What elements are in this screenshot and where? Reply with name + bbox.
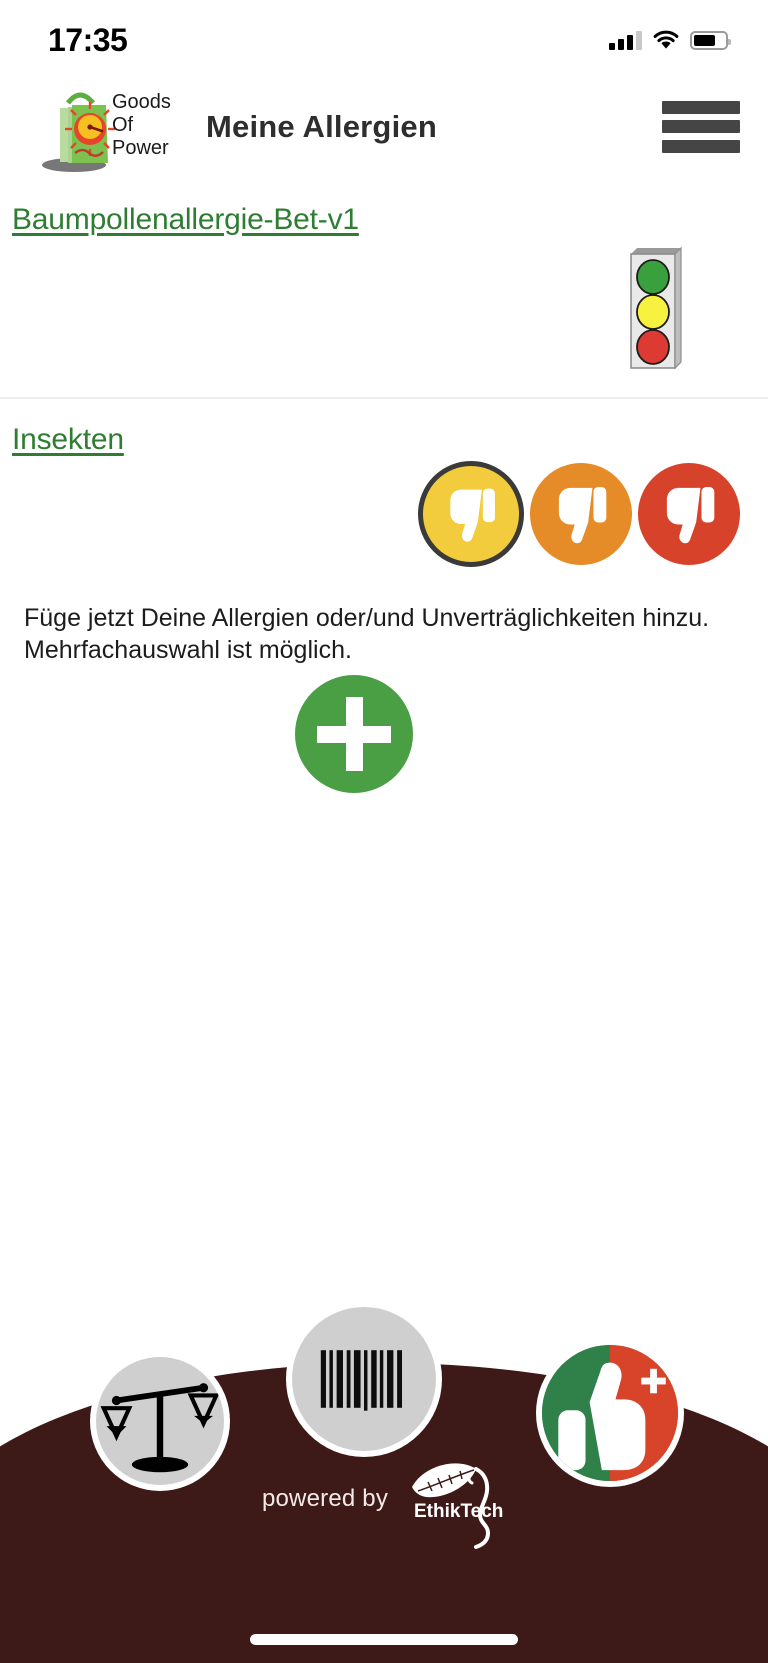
allergy-name-link[interactable]: Baumpollenallergie-Bet-v1 — [0, 179, 359, 237]
barcode-icon — [320, 1350, 403, 1411]
thumbs-down-icon — [559, 487, 607, 544]
allergy-row: Baumpollenallergie-Bet-v1 — [0, 179, 768, 399]
severity-option-severe[interactable] — [638, 463, 740, 565]
nav-button-scan[interactable] — [292, 1307, 436, 1451]
status-indicators — [609, 30, 731, 50]
allergy-name-link[interactable]: Insekten — [0, 399, 124, 457]
status-bar: 17:35 — [0, 0, 768, 74]
svg-text:Of: Of — [112, 114, 134, 136]
app-header: Goods Of Power Meine Allergien — [0, 74, 768, 179]
instructions-line-1: Füge jetzt Deine Allergien oder/und Unve… — [24, 604, 710, 632]
allergy-row: Insekten — [0, 399, 768, 617]
severity-option-medium[interactable] — [530, 463, 632, 565]
thumbs-down-icon — [667, 487, 715, 544]
thumbs-down-icon — [450, 488, 496, 542]
bottom-navigation: powered by EthikTech — [0, 1307, 768, 1663]
traffic-light-icon[interactable] — [625, 244, 683, 372]
powered-by: powered by EthikTech — [0, 1447, 768, 1551]
powered-by-label: powered by — [261, 1485, 389, 1512]
add-allergy-button[interactable] — [295, 675, 413, 793]
wifi-icon — [653, 30, 679, 50]
severity-option-mild[interactable] — [418, 461, 524, 567]
page-title: Meine Allergien — [206, 108, 437, 144]
allergy-row-controls — [0, 237, 768, 397]
svg-text:Power: Power — [112, 137, 169, 159]
ethiktech-leaf-head-icon: EthikTech — [402, 1447, 506, 1551]
allergy-list: Baumpollenallergie-Bet-v1 Insekten — [0, 179, 768, 617]
ethiktech-wordmark: EthikTech — [414, 1501, 503, 1522]
instructions-line-2: Mehrfachauswahl ist möglich. — [24, 636, 352, 664]
hamburger-menu-icon[interactable] — [662, 98, 740, 156]
app-screen: 17:35 Goods Of Power Meine Allergien Bau… — [0, 0, 768, 1663]
status-time: 17:35 — [48, 21, 128, 58]
severity-rating-group — [418, 461, 740, 567]
instructions-text: Füge jetzt Deine Allergien oder/und Unve… — [24, 602, 740, 666]
allergy-row-controls — [0, 457, 768, 617]
battery-icon — [690, 30, 731, 50]
goods-of-power-logo[interactable]: Goods Of Power — [38, 81, 178, 173]
cellular-signal-icon — [609, 30, 642, 50]
home-indicator[interactable] — [250, 1634, 518, 1645]
svg-text:Goods: Goods — [112, 91, 171, 113]
